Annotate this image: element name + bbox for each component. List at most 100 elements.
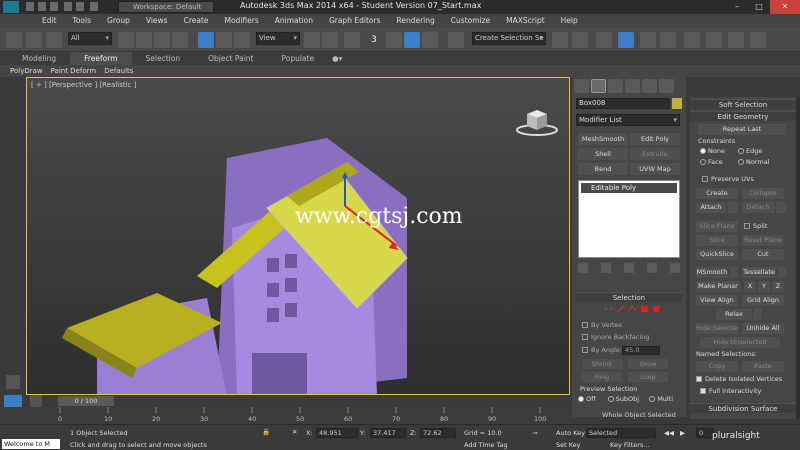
selection-filter-dropdown[interactable]: All (68, 32, 112, 45)
modifier-list-dropdown[interactable]: Modifier List (576, 114, 680, 126)
detach-settings-icon[interactable] (776, 202, 786, 213)
menu-edit[interactable]: Edit (34, 14, 65, 28)
slice-plane-button[interactable]: Slice Plane (696, 221, 738, 232)
curve-editor-icon[interactable] (660, 32, 676, 48)
ignore-backfacing-checkbox[interactable]: Ignore Backfacing (582, 333, 649, 341)
select-scale-icon[interactable] (234, 32, 250, 48)
stack-item-editable-poly[interactable]: Editable Poly (581, 183, 677, 193)
motion-tab-icon[interactable] (625, 79, 640, 93)
angle-snap-icon[interactable] (386, 32, 402, 48)
msmooth-button[interactable]: MSmooth (696, 267, 728, 278)
unhide-all-button[interactable]: Unhide All (742, 323, 784, 334)
shell-button[interactable]: Shell (578, 148, 628, 160)
layer-manager-icon[interactable] (618, 32, 634, 48)
planar-z-button[interactable]: Z (772, 281, 784, 292)
snaps-toggle-icon[interactable]: 3 (366, 32, 382, 48)
maximize-button[interactable]: □ (748, 0, 770, 14)
mirror-icon[interactable] (552, 32, 568, 48)
unlink-icon[interactable] (26, 32, 42, 48)
full-interactivity-checkbox[interactable]: Full Interactivity (700, 387, 761, 395)
subdivision-surface-rollout[interactable]: Subdivision Surface (690, 403, 796, 413)
bind-space-warp-icon[interactable] (46, 32, 62, 48)
polygon-mode-icon[interactable] (640, 305, 649, 313)
paste-button[interactable]: Paste (742, 361, 784, 372)
by-vertex-checkbox[interactable]: By Vertex (582, 321, 622, 329)
preview-subobj-radio[interactable]: SubObj (607, 395, 639, 403)
spinner-snap-icon[interactable] (422, 32, 438, 48)
preview-multi-radio[interactable]: Multi (649, 395, 673, 403)
split-checkbox[interactable]: Split (744, 222, 767, 230)
create-tab-icon[interactable] (574, 79, 589, 93)
constraint-edge-radio[interactable]: Edge (738, 147, 762, 155)
subtab-polydraw[interactable]: PolyDraw (6, 65, 47, 77)
y-coordinate-field[interactable]: 37.417 (370, 428, 406, 438)
show-end-result-icon[interactable] (601, 263, 611, 273)
constraint-normal-radio[interactable]: Normal (738, 158, 770, 166)
element-mode-icon[interactable] (652, 305, 661, 313)
track-bar[interactable]: 0 10 20 30 40 50 60 70 80 90 100 (0, 407, 572, 424)
window-crossing-icon[interactable] (172, 32, 188, 48)
mini-curve-editor-icon[interactable] (4, 395, 22, 407)
uvw-map-button[interactable]: UVW Map (630, 163, 680, 175)
grid-align-button[interactable]: Grid Align (742, 295, 784, 306)
hide-selected-button[interactable]: Hide Selected (696, 323, 738, 334)
hold-icon[interactable] (90, 2, 98, 11)
tab-populate[interactable]: Populate (267, 52, 328, 65)
named-selection-sets-dropdown[interactable]: Create Selection Se (472, 32, 546, 45)
border-mode-icon[interactable] (628, 305, 637, 313)
select-rotate-icon[interactable] (216, 32, 232, 48)
set-key-button[interactable]: Set Key (556, 441, 581, 449)
detach-button[interactable]: Detach (742, 202, 774, 213)
subtab-paint-deform[interactable]: Paint Deform (47, 65, 101, 77)
delete-isolated-checkbox[interactable]: Delete Isolated Vertices (696, 375, 782, 383)
undo-icon[interactable] (64, 2, 72, 11)
menu-rendering[interactable]: Rendering (388, 14, 442, 28)
pin-stack-icon[interactable] (578, 263, 588, 273)
menu-customize[interactable]: Customize (443, 14, 498, 28)
house-model[interactable] (27, 78, 570, 395)
menu-tools[interactable]: Tools (65, 14, 99, 28)
viewport-layout-icon[interactable] (6, 375, 20, 389)
x-coordinate-field[interactable]: 48.951 (316, 428, 358, 438)
extrude-button[interactable]: Extrude (630, 148, 680, 160)
quickslice-button[interactable]: QuickSlice (696, 249, 738, 260)
view-align-button[interactable]: View Align (696, 295, 738, 306)
transform-mode-icon[interactable]: ✕ (292, 428, 297, 436)
object-color-swatch[interactable] (672, 98, 682, 109)
tab-freeform[interactable]: Freeform (70, 52, 132, 65)
hierarchy-tab-icon[interactable] (608, 79, 623, 93)
ribbon-options-icon[interactable]: ●▾ (328, 52, 346, 65)
utilities-tab-icon[interactable] (659, 79, 674, 93)
play-icon[interactable]: ▶ (680, 429, 685, 437)
planar-y-button[interactable]: Y (758, 281, 770, 292)
remove-modifier-icon[interactable] (647, 263, 657, 273)
menu-maxscript[interactable]: MAXScript (498, 14, 553, 28)
redo-icon[interactable] (76, 2, 84, 11)
object-name-field[interactable]: Box008 (576, 98, 670, 109)
add-time-tag-button[interactable]: Add Time Tag (464, 441, 508, 449)
select-manipulate-icon[interactable] (322, 32, 338, 48)
graphite-ribbon-icon[interactable] (640, 32, 656, 48)
angle-value-field[interactable]: 45.0 (622, 346, 660, 355)
menu-animation[interactable]: Animation (267, 14, 321, 28)
reset-plane-button[interactable]: Reset Plane (742, 235, 784, 246)
edge-mode-icon[interactable] (616, 305, 625, 313)
percent-snap-icon[interactable] (404, 32, 420, 48)
menu-help[interactable]: Help (553, 14, 586, 28)
maxscript-listener[interactable]: Welcome to M (2, 439, 60, 449)
tessellate-button[interactable]: Tessellate (742, 267, 776, 278)
vertex-mode-icon[interactable] (604, 305, 613, 313)
time-slider-prev-icon[interactable] (30, 395, 42, 407)
selection-rollout-header[interactable]: Selection (576, 292, 682, 302)
reference-coordinate-dropdown[interactable]: View (256, 32, 300, 45)
rendered-frame-window-icon[interactable] (728, 32, 744, 48)
material-editor-icon[interactable] (684, 32, 700, 48)
collapse-button[interactable]: Collapse (742, 188, 784, 199)
repeat-last-button[interactable]: Repeat Last (698, 124, 786, 135)
shrink-button[interactable]: Shrink (582, 359, 622, 369)
edit-geometry-rollout[interactable]: Edit Geometry (690, 111, 796, 121)
create-button[interactable]: Create (696, 188, 738, 199)
time-slider[interactable]: 0 / 100 (58, 396, 114, 406)
msmooth-settings-icon[interactable] (730, 267, 738, 278)
hide-unselected-button[interactable]: Hide Unselected (700, 337, 780, 348)
